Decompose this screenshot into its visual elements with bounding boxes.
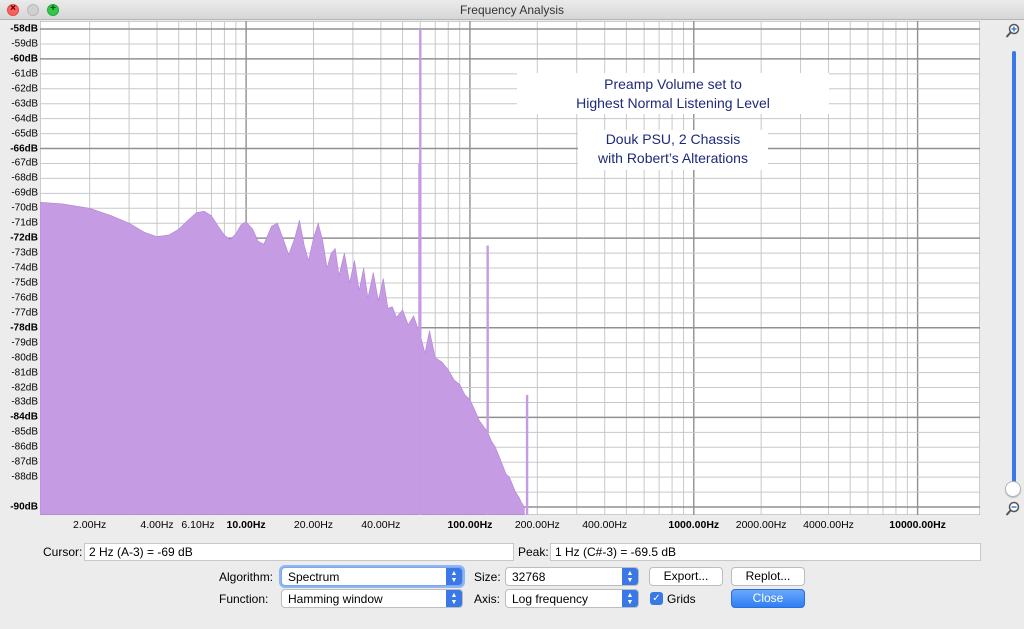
y-tick-label: -64dB — [11, 113, 38, 125]
function-select[interactable]: Hamming window ▲ ▼ — [281, 589, 463, 608]
x-tick-label: 40.00Hz — [361, 519, 401, 531]
y-tick-label: -85dB — [11, 426, 38, 438]
peak-readout: 1 Hz (C#-3) = -69.5 dB — [550, 543, 981, 561]
stepper-arrows-icon: ▲ ▼ — [446, 568, 462, 585]
zoom-slider-panel — [1003, 21, 1024, 521]
x-tick-label: 1000.00Hz — [668, 519, 720, 531]
stepper-arrows-icon: ▲ ▼ — [622, 568, 638, 585]
y-tick-label: -69dB — [11, 187, 38, 199]
annotation-line: Preamp Volume set to — [604, 76, 742, 92]
axis-select[interactable]: Log frequency ▲ ▼ — [505, 589, 639, 608]
spectrum-graph[interactable] — [40, 21, 980, 515]
spectrum-plot-area: -58dB -59dB -60dB -61dB -62dB -63dB -64dB -65dB… — [0, 21, 988, 539]
zoom-out-icon[interactable] — [1005, 501, 1021, 517]
y-tick-label: -70dB — [11, 202, 38, 214]
x-axis: 2.00Hz 4.00Hz 6.10Hz 10.00Hz 20.00Hz 40.00Hz 1… — [40, 515, 980, 537]
annotation-line: with Robert’s Alterations — [598, 150, 748, 166]
y-tick-label: -58dB — [10, 23, 38, 35]
x-tick-label: 4000.00Hz — [803, 519, 854, 531]
y-tick-label: -63dB — [11, 98, 38, 110]
x-tick-label: 100.00Hz — [447, 519, 493, 531]
y-tick-label: -88dB — [11, 471, 38, 483]
title-bar: × + Frequency Analysis — [0, 0, 1024, 20]
close-button[interactable]: Close — [731, 589, 805, 608]
y-tick-label: -80dB — [11, 352, 38, 364]
spectrum-peak — [418, 163, 421, 515]
y-tick-label: -78dB — [10, 322, 38, 334]
y-tick-label: -86dB — [11, 441, 38, 453]
x-tick-label: 2.00Hz — [73, 519, 107, 531]
y-tick-label: -66dB — [10, 143, 38, 154]
x-tick-label: 10.00Hz — [226, 519, 266, 531]
y-tick-label: -62dB — [11, 83, 38, 95]
annotation-psu: Douk PSU, 2 Chassis with Robert’s Altera… — [578, 130, 768, 170]
y-axis: -58dB -59dB -60dB -61dB -62dB -63dB -64dB -65dB… — [0, 21, 40, 515]
x-tick-label: 20.00Hz — [293, 519, 334, 531]
frequency-analysis-window: × + Frequency Analysis -58dB -59dB -60dB -6… — [0, 0, 1024, 629]
function-value: Hamming window — [288, 592, 383, 606]
zoom-in-icon[interactable] — [1005, 23, 1021, 39]
y-tick-label: -82dB — [11, 382, 38, 393]
algorithm-select[interactable]: Spectrum ▲ ▼ — [281, 567, 463, 586]
y-tick-label: -77dB — [11, 307, 38, 319]
axis-label: Axis: — [474, 592, 501, 606]
x-tick-label: 10000.00Hz — [889, 519, 946, 531]
spectrum-peak — [525, 394, 529, 515]
x-tick-label: 200.00Hz — [514, 519, 560, 531]
y-tick-label: -72dB — [10, 232, 38, 244]
y-tick-label: -68dB — [11, 172, 38, 184]
function-label: Function: — [219, 592, 269, 606]
y-tick-label: -83dB — [11, 396, 38, 408]
stepper-arrows-icon: ▲ ▼ — [446, 590, 462, 607]
y-tick-label: -79dB — [11, 337, 38, 349]
x-tick-label: 4.00Hz — [140, 519, 174, 531]
annotation-line: Douk PSU, 2 Chassis — [605, 131, 741, 147]
y-tick-label: -81dB — [11, 367, 38, 379]
y-tick-label: -67dB — [11, 157, 38, 169]
y-tick-label: -61dB — [11, 68, 38, 80]
y-tick-label: -90dB — [10, 501, 38, 513]
y-tick-label: -60dB — [10, 53, 38, 65]
stepper-arrows-icon: ▲ ▼ — [622, 590, 638, 607]
zoom-slider-knob[interactable] — [1005, 481, 1021, 497]
annotation-line: Highest Normal Listening Level — [576, 95, 770, 111]
window-title: Frequency Analysis — [459, 3, 565, 17]
y-tick-label: -75dB — [11, 277, 38, 289]
grids-label: Grids — [667, 592, 696, 606]
algorithm-label: Algorithm: — [219, 570, 274, 584]
axis-value: Log frequency — [512, 592, 589, 606]
algorithm-value: Spectrum — [288, 570, 340, 584]
y-tick-label: -59dB — [11, 38, 38, 50]
replot-button[interactable]: Replot... — [731, 567, 805, 586]
x-tick-label: 400.00Hz — [582, 519, 628, 531]
x-tick-label: 6.10Hz — [181, 519, 215, 531]
y-tick-label: -65dB — [11, 128, 38, 140]
export-button[interactable]: Export... — [649, 567, 723, 586]
checkmark-icon: ✓ — [652, 593, 661, 604]
grids-checkbox[interactable]: ✓ — [650, 592, 663, 605]
zoom-slider-fill — [1012, 51, 1016, 493]
y-tick-label: -76dB — [11, 292, 38, 304]
size-select[interactable]: 32768 ▲ ▼ — [505, 567, 639, 586]
x-tick-label: 2000.00Hz — [735, 519, 787, 531]
y-tick-label: -84dB — [10, 411, 38, 423]
size-label: Size: — [474, 570, 501, 584]
y-tick-label: -74dB — [11, 262, 38, 274]
y-tick-label: -71dB — [11, 217, 38, 229]
cursor-readout: 2 Hz (A-3) = -69 dB — [84, 543, 514, 561]
peak-label: Peak: — [518, 545, 549, 559]
y-tick-label: -73dB — [11, 247, 38, 259]
cursor-label: Cursor: — [43, 545, 83, 559]
size-value: 32768 — [512, 570, 546, 584]
spectrum-peak — [486, 245, 489, 515]
annotation-volume: Preamp Volume set to Highest Normal List… — [517, 73, 829, 114]
y-tick-label: -87dB — [11, 456, 38, 468]
